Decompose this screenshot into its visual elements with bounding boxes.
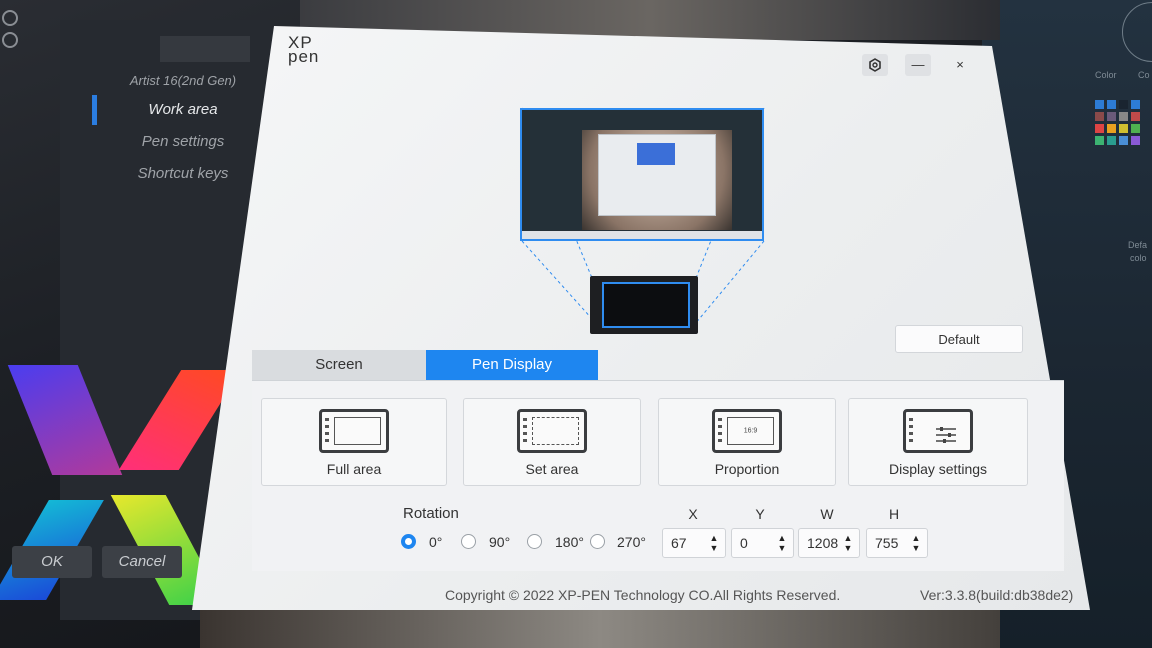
display-settings-button[interactable]: Display settings <box>848 398 1028 486</box>
xp-pen-logo: XP pen <box>288 34 320 66</box>
logo-text-bottom: pen <box>288 47 320 66</box>
tablet-active-area[interactable] <box>602 282 690 328</box>
color-label: Color <box>1095 70 1117 80</box>
sidebar-item-work-area[interactable]: Work area <box>88 94 278 126</box>
sidebar-nav: Artist 16(2nd Gen) Work area Pen setting… <box>88 68 278 190</box>
y-value: 0 <box>740 535 748 551</box>
w-value: 1208 <box>807 535 839 551</box>
full-area-button[interactable]: Full area <box>261 398 447 486</box>
sidebar-item-shortcut-keys[interactable]: Shortcut keys <box>88 158 278 190</box>
display-settings-label: Display settings <box>888 461 988 477</box>
rotation-title: Rotation <box>403 505 459 522</box>
preview-dialog <box>598 134 716 216</box>
tablet-preview <box>590 276 698 334</box>
preview-taskbar <box>522 231 762 239</box>
rotation-0-radio[interactable] <box>401 534 416 549</box>
rotation-180-label: 180° <box>555 534 584 550</box>
screen-preview <box>520 108 764 241</box>
rotation-180-radio[interactable] <box>527 534 542 549</box>
copyright-text: Copyright © 2022 XP-PEN Technology CO.Al… <box>445 587 841 603</box>
w-input[interactable]: 1208 ▲ ▼ <box>798 528 860 558</box>
rotation-90-label: 90° <box>489 534 511 550</box>
rotation-90-radio[interactable] <box>461 534 476 549</box>
version-text: Ver:3.3.8(build:db38de2) <box>920 587 1074 603</box>
rotation-0-label: 0° <box>429 534 443 550</box>
x-input[interactable]: 67 ▲ ▼ <box>662 528 726 558</box>
proportion-icon: 16:9 <box>712 409 782 453</box>
background-bottom <box>200 605 1000 648</box>
h-value: 755 <box>875 535 899 551</box>
proportion-label: Proportion <box>714 461 780 477</box>
h-input[interactable]: 755 ▲ ▼ <box>866 528 928 558</box>
y-label: Y <box>755 506 765 522</box>
y-stepper-icon[interactable]: ▲ ▼ <box>777 533 787 553</box>
settings-button[interactable] <box>862 54 888 76</box>
y-input[interactable]: 0 ▲ ▼ <box>731 528 794 558</box>
tabs-divider <box>252 380 1064 381</box>
set-area-label: Set area <box>525 461 579 477</box>
color-swatches <box>1095 100 1145 148</box>
proportion-icon-text: 16:9 <box>743 427 758 435</box>
rotation-270-radio[interactable] <box>590 534 605 549</box>
h-stepper-icon[interactable]: ▲ ▼ <box>911 533 921 553</box>
app-icon <box>2 10 18 26</box>
default-button[interactable]: Default <box>895 325 1023 353</box>
x-label: X <box>688 506 698 522</box>
tab-screen[interactable]: Screen <box>252 350 426 380</box>
x-stepper-icon[interactable]: ▲ ▼ <box>709 533 719 553</box>
tab-pen-display[interactable]: Pen Display <box>426 350 598 380</box>
set-area-button[interactable]: Set area <box>463 398 641 486</box>
full-area-icon <box>319 409 389 453</box>
x-value: 67 <box>671 535 687 551</box>
w-label: W <box>820 506 834 522</box>
colo-label: colo <box>1130 253 1147 263</box>
color-label-2: Co <box>1138 70 1150 80</box>
preview-dialog-image <box>637 143 675 165</box>
w-stepper-icon[interactable]: ▲ ▼ <box>843 533 853 553</box>
device-name[interactable]: Artist 16(2nd Gen) <box>88 68 278 94</box>
display-settings-icon <box>903 409 973 453</box>
active-indicator <box>92 95 97 125</box>
refresh-icon <box>2 32 18 48</box>
rotation-270-label: 270° <box>617 534 646 550</box>
h-label: H <box>888 506 900 522</box>
proportion-button[interactable]: 16:9 Proportion <box>658 398 836 486</box>
full-area-label: Full area <box>326 461 382 477</box>
ok-button[interactable]: OK <box>12 546 92 578</box>
cancel-button[interactable]: Cancel <box>102 546 182 578</box>
sidebar-item-pen-settings[interactable]: Pen settings <box>88 126 278 158</box>
set-area-icon <box>517 409 587 453</box>
minimize-button[interactable]: — <box>905 54 931 76</box>
gear-icon <box>868 58 882 75</box>
device-image <box>160 36 250 62</box>
close-button[interactable]: × <box>947 54 973 76</box>
defa-label: Defa <box>1128 240 1148 250</box>
